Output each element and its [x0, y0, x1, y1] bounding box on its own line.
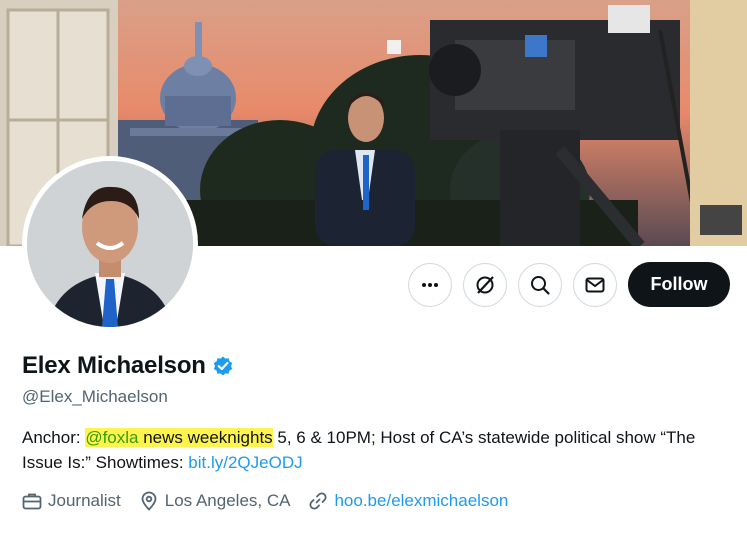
- bio-highlight-text: news weeknights: [138, 428, 273, 447]
- search-icon: [531, 276, 550, 295]
- bio-prefix: Anchor:: [22, 428, 86, 447]
- profile-avatar[interactable]: [22, 156, 198, 332]
- profile-bio: Anchor: @foxla news weeknights 5, 6 & 10…: [22, 425, 722, 475]
- message-button[interactable]: [573, 263, 617, 307]
- location-pin-icon: [141, 491, 157, 511]
- avatar-image: [27, 161, 193, 327]
- search-button[interactable]: [518, 263, 562, 307]
- profession-item: Journalist: [22, 491, 121, 511]
- name-row: Elex Michaelson: [22, 352, 234, 380]
- display-name: Elex Michaelson: [22, 352, 206, 379]
- location-label: Los Angeles, CA: [164, 491, 291, 510]
- bio-highlight: @foxla news weeknights: [85, 428, 273, 447]
- profile-meta: Journalist Los Angeles, CA hoo.be/elexmi…: [22, 491, 526, 511]
- bio-link[interactable]: bit.ly/2QJeODJ: [188, 453, 302, 472]
- profession-label: Journalist: [48, 491, 121, 510]
- more-button[interactable]: [408, 263, 452, 307]
- website-item: hoo.be/elexmichaelson: [308, 491, 508, 511]
- follow-button[interactable]: Follow: [628, 262, 730, 307]
- bio-mention-link[interactable]: @foxla: [85, 428, 138, 447]
- location-item: Los Angeles, CA: [139, 491, 291, 511]
- more-icon: [422, 283, 438, 287]
- verified-badge-icon[interactable]: [212, 355, 234, 377]
- mail-icon: [585, 277, 605, 293]
- grok-icon: [476, 276, 494, 294]
- user-handle: @Elex_Michaelson: [22, 387, 168, 406]
- link-icon: [309, 492, 327, 510]
- grok-button[interactable]: [463, 263, 507, 307]
- website-link[interactable]: hoo.be/elexmichaelson: [334, 491, 508, 511]
- briefcase-icon: [22, 493, 42, 510]
